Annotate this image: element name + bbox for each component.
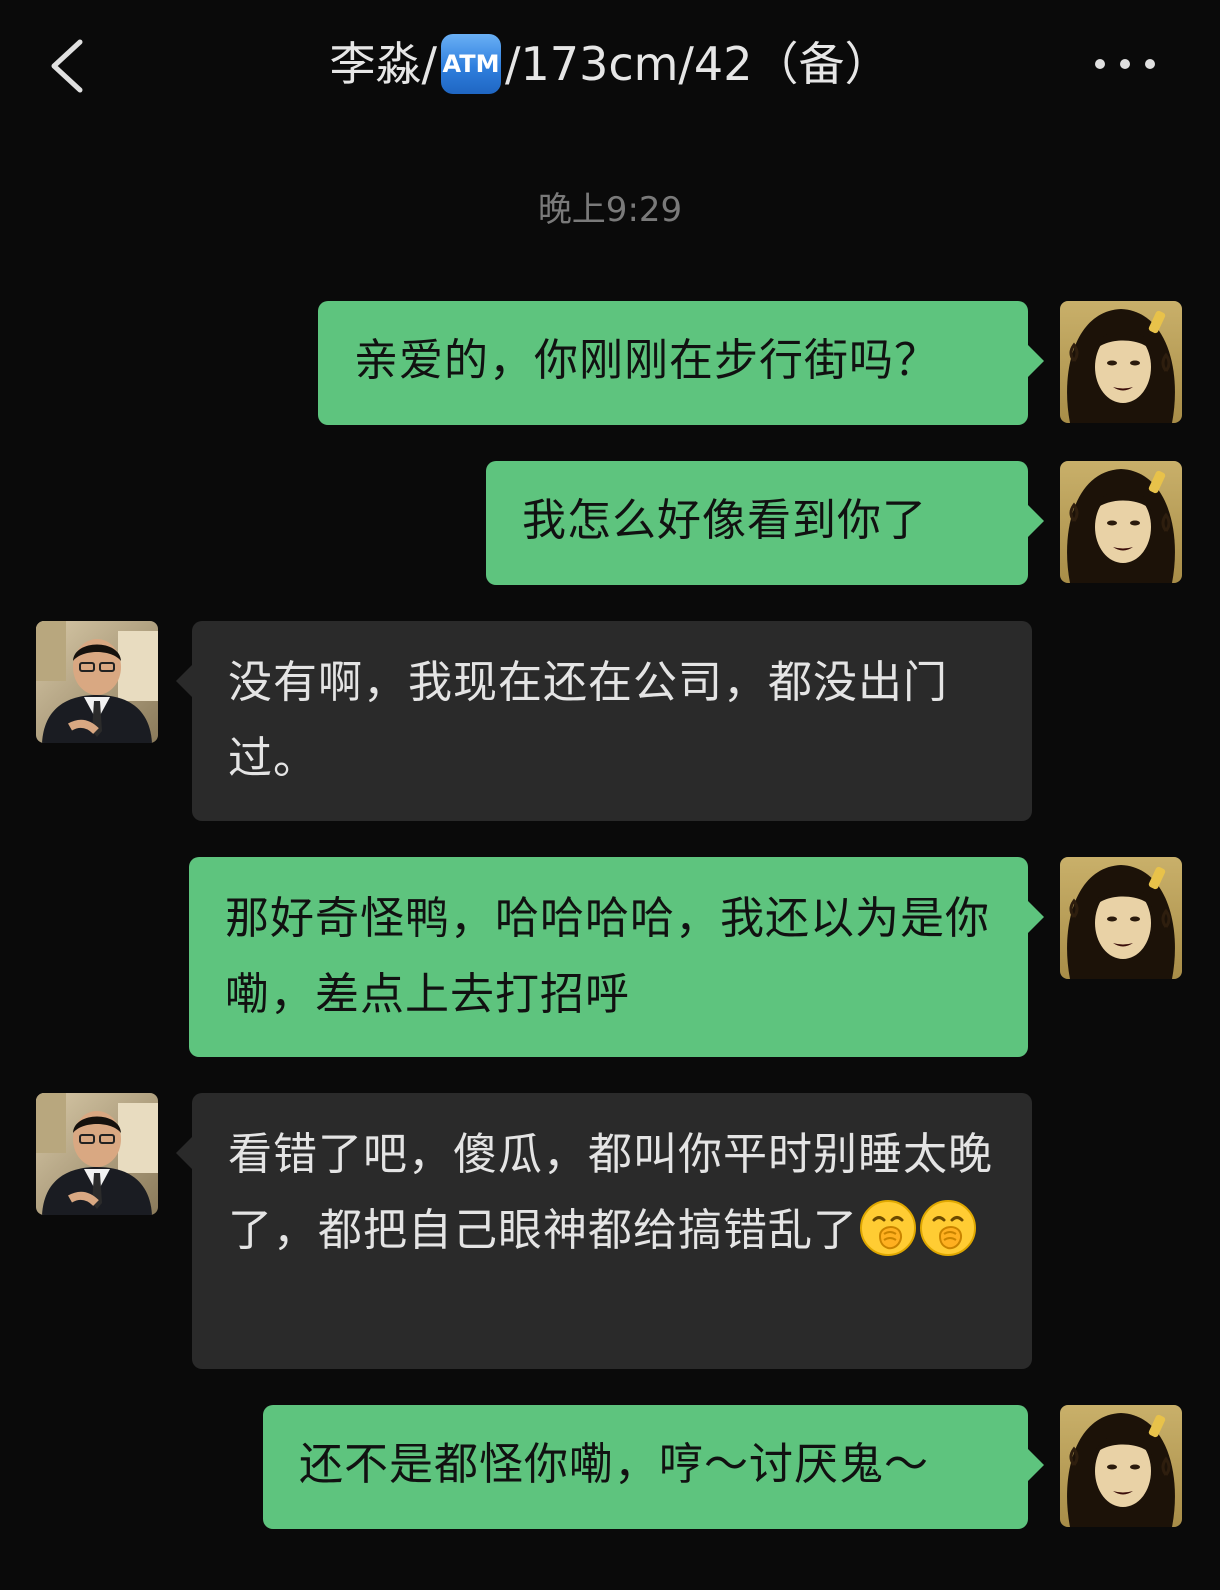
bubble-tail [176, 665, 192, 697]
avatar[interactable] [1060, 301, 1182, 423]
bubble-tail [176, 1137, 192, 1169]
message-text: 看错了吧，傻瓜，都叫你平时别睡太晚了，都把自己眼神都给搞错乱了 [228, 1117, 996, 1269]
face-with-hand-over-mouth-icon [859, 1199, 917, 1257]
message-bubble-sent[interactable]: 还不是都怪你嘞，哼～讨厌鬼～ [263, 1405, 1044, 1529]
avatar[interactable] [1060, 857, 1182, 979]
bubble-tail [1028, 1449, 1044, 1481]
chevron-left-icon [51, 39, 83, 93]
message-timestamp: 晚上9:29 [537, 190, 683, 230]
message-text: 没有啊，我现在还在公司，都没出门过。 [228, 657, 948, 784]
bubble-tail [1028, 901, 1044, 933]
message-text: 我怎么好像看到你了 [522, 495, 927, 546]
avatar[interactable] [36, 1093, 158, 1215]
message-bubble-received[interactable]: 看错了吧，傻瓜，都叫你平时别睡太晚了，都把自己眼神都给搞错乱了 [176, 1093, 1032, 1369]
more-options-button[interactable] [1090, 44, 1160, 84]
message-bubble-sent[interactable]: 亲爱的，你刚刚在步行街吗？ [318, 301, 1044, 425]
message-bubble-received[interactable]: 没有啊，我现在还在公司，都没出门过。 [176, 621, 1032, 821]
title-name: 李淼/ [329, 37, 438, 91]
avatar[interactable] [36, 621, 158, 743]
avatar[interactable] [1060, 1405, 1182, 1527]
title-details: /173cm/42（备） [505, 37, 891, 91]
message-bubble-sent[interactable]: 那好奇怪鸭，哈哈哈哈，我还以为是你嘞，差点上去打招呼 [189, 857, 1044, 1057]
chat-header: 李淼/ATM/173cm/42（备） [0, 0, 1220, 130]
atm-badge: ATM [441, 33, 502, 94]
bubble-tail [1028, 345, 1044, 377]
face-with-hand-over-mouth-icon [919, 1199, 977, 1257]
message-bubble-sent[interactable]: 我怎么好像看到你了 [486, 461, 1044, 585]
back-button[interactable] [40, 30, 100, 100]
more-dots-icon [1095, 59, 1155, 69]
avatar[interactable] [1060, 461, 1182, 583]
chat-title: 李淼/ATM/173cm/42（备） [160, 33, 1060, 94]
bubble-tail [1028, 505, 1044, 537]
message-text: 还不是都怪你嘞，哼～讨厌鬼～ [299, 1439, 929, 1490]
message-text: 那好奇怪鸭，哈哈哈哈，我还以为是你嘞，差点上去打招呼 [225, 893, 990, 1020]
message-text: 亲爱的，你刚刚在步行街吗？ [354, 335, 939, 386]
